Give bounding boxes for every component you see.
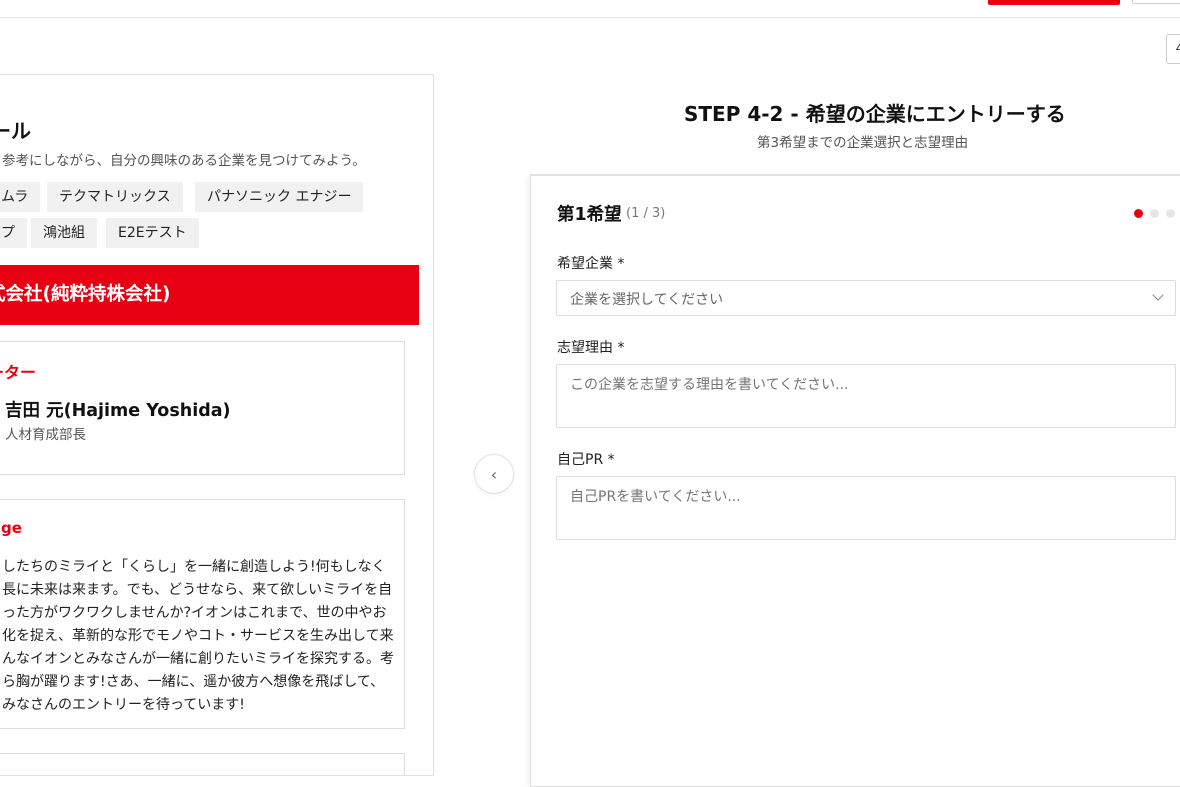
message-line: 長に未来は来ます。でも、どうせなら、来て欲しいミライを自 xyxy=(2,582,393,598)
company-chip[interactable]: E2Eテスト xyxy=(106,218,199,248)
company-select[interactable]: 企業を選択してください xyxy=(556,280,1176,316)
message-line: ら胸が躍ります!さあ、一緒に、遥か彼方へ想像を飛ばして、 xyxy=(2,674,385,690)
panel-title: ール xyxy=(0,119,31,143)
company-chip[interactable]: テクマトリックス xyxy=(47,182,183,212)
recruiter-label: ーター xyxy=(0,363,37,382)
reason-textarea[interactable] xyxy=(556,364,1176,428)
chevron-left-icon: ‹ xyxy=(490,464,498,484)
pagination-dot-active[interactable] xyxy=(1134,209,1143,218)
pr-field-label: 自己PR * xyxy=(557,452,615,468)
next-section-box xyxy=(0,753,405,775)
pr-textarea[interactable] xyxy=(556,476,1176,540)
company-chip[interactable]: ムラ xyxy=(0,182,41,212)
company-select-value: 企業を選択してください xyxy=(570,292,724,308)
corner-icon: ∠ xyxy=(1175,43,1180,53)
header-primary-button[interactable] xyxy=(988,0,1120,5)
step-subheading: 第3希望までの企業選択と志望理由 xyxy=(757,135,969,151)
corner-action-button[interactable]: ∠ xyxy=(1166,34,1180,64)
company-field-label: 希望企業 * xyxy=(557,256,625,272)
message-line: んなイオンとみなさんが一緒に創りたいミライを探究する。考 xyxy=(2,651,394,667)
recruiter-box: ーター 吉田 元(Hajime Yoshida) 人材育成部長 xyxy=(0,341,405,475)
company-chip[interactable]: 鴻池組 xyxy=(31,218,97,248)
chevron-down-icon xyxy=(1152,289,1164,301)
company-name-banner: 式会社(純粋持株会社) xyxy=(0,265,419,325)
top-header xyxy=(0,0,1180,18)
panel-description: 参考にしながら、自分の興味のある企業を見つけてみよう。 xyxy=(2,153,366,169)
company-chip[interactable]: パナソニック エナジー xyxy=(195,182,364,212)
prev-arrow-button[interactable]: ‹ xyxy=(474,454,514,494)
company-name: 式会社(純粋持株会社) xyxy=(0,284,171,305)
recruiter-name: 吉田 元(Hajime Yoshida) xyxy=(5,401,231,421)
pagination-dot[interactable] xyxy=(1150,209,1159,218)
company-chip[interactable]: プ xyxy=(0,218,27,248)
choice-title: 第1希望 xyxy=(557,205,622,225)
message-line: みなさんのエントリーを待っています! xyxy=(2,697,245,713)
step-heading: STEP 4-2 - 希望の企業にエントリーする xyxy=(684,102,1066,126)
recruiter-role: 人材育成部長 xyxy=(5,427,86,443)
message-line: った方がワクワクしませんか?イオンはこれまで、世の中やお xyxy=(2,605,387,621)
pagination-dot[interactable] xyxy=(1166,209,1175,218)
message-line: したちのミライと「くらし」を一緒に創造しよう!何もしなく xyxy=(2,559,386,575)
message-label: ge xyxy=(1,519,22,537)
company-detail-panel: ール 参考にしながら、自分の興味のある企業を見つけてみよう。 ムラ テクマトリッ… xyxy=(0,74,434,776)
reason-field-label: 志望理由 * xyxy=(557,340,625,356)
message-line: 化を捉え、革新的な形でモノやコト・サービスを生み出して来 xyxy=(2,628,394,644)
message-box: ge したちのミライと「くらし」を一緒に創造しよう!何もしなく 長に未来は来ます… xyxy=(0,499,405,729)
header-secondary-button[interactable] xyxy=(1132,0,1180,4)
choice-count: (1 / 3) xyxy=(626,206,666,221)
